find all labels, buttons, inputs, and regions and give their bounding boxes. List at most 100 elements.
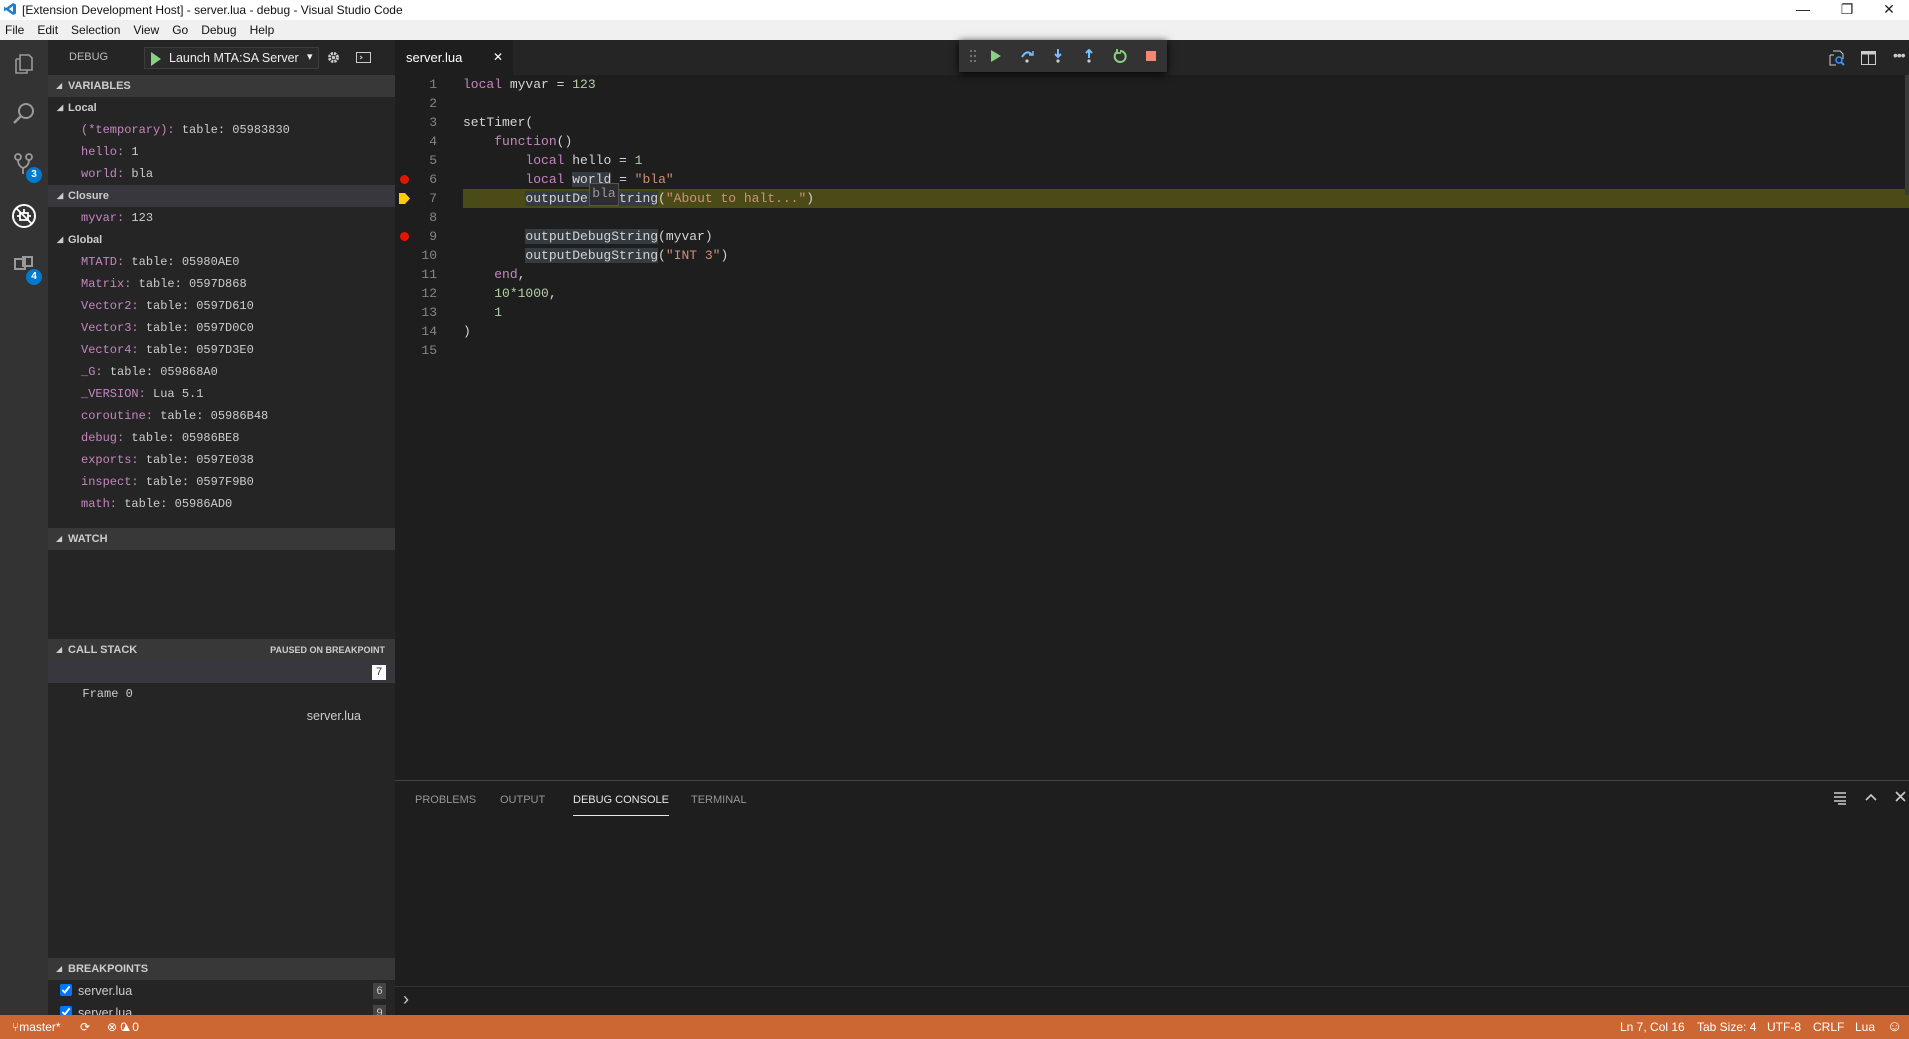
files-icon <box>15 54 33 74</box>
code-line[interactable]: 1 local myvar = 123 <box>395 75 1909 94</box>
variable-row[interactable]: world: bla <box>48 163 395 185</box>
breakpoint-checkbox[interactable] <box>60 984 72 996</box>
feedback-smiley-icon[interactable]: ☺ <box>1887 1015 1902 1039</box>
variable-row[interactable]: hello: 1 <box>48 141 395 163</box>
more-actions-icon[interactable]: ••• <box>1893 47 1906 63</box>
branch-indicator[interactable]: ⑂ master* <box>12 1015 61 1039</box>
variable-row[interactable]: math: table: 05986AD0 <box>48 493 395 515</box>
scope-global[interactable]: ◢ Global <box>48 229 395 251</box>
variable-row[interactable]: Vector4: table: 0597D3E0 <box>48 339 395 361</box>
code-token: 1 <box>494 305 503 320</box>
code-line[interactable]: 15 <box>395 341 1909 360</box>
minimize-button[interactable]: — <box>1783 0 1823 18</box>
menu-help[interactable]: Help <box>250 20 275 40</box>
variable-row[interactable]: debug: table: 05986BE8 <box>48 427 395 449</box>
scope-local[interactable]: ◢ Local <box>48 97 395 119</box>
stack-frame[interactable]: Frame 0 server.lua 7 <box>48 661 395 723</box>
code-line[interactable]: 2 <box>395 94 1909 113</box>
step-out-button[interactable] <box>1074 40 1105 72</box>
tab-size[interactable]: Tab Size: 4 <box>1697 1015 1756 1039</box>
console-input[interactable] <box>423 989 1893 1011</box>
watch-section-header[interactable]: ◢ WATCH <box>48 528 395 550</box>
open-changes-icon[interactable] <box>1829 50 1845 66</box>
code-line[interactable]: 9 outputDebugString(myvar) <box>395 227 1909 246</box>
debug-button[interactable] <box>0 192 48 240</box>
search-button[interactable] <box>0 90 48 138</box>
tab-terminal[interactable]: TERMINAL <box>691 794 747 816</box>
continue-button[interactable] <box>981 40 1012 72</box>
variable-row[interactable]: Vector2: table: 0597D610 <box>48 295 395 317</box>
code-line[interactable]: 3 setTimer( <box>395 113 1909 132</box>
tab-server-lua[interactable]: server.lua ✕ <box>395 40 513 75</box>
variable-row[interactable]: Matrix: table: 0597D868 <box>48 273 395 295</box>
extensions-button[interactable]: 4 <box>0 242 48 290</box>
code-line[interactable]: 4 function() <box>395 132 1909 151</box>
clear-console-icon[interactable] <box>1833 791 1847 805</box>
stop-button[interactable] <box>1136 40 1167 72</box>
sync-icon[interactable]: ⟳ <box>80 1015 90 1039</box>
tab-debug-console[interactable]: DEBUG CONSOLE <box>573 794 669 816</box>
gear-icon[interactable] <box>326 50 341 65</box>
line-number: 11 <box>421 267 437 282</box>
close-window-button[interactable]: ✕ <box>1869 0 1909 18</box>
step-into-button[interactable] <box>1043 40 1074 72</box>
problems-indicator[interactable]: ⊗ 0 ▲ 0 <box>107 1015 139 1039</box>
code-area[interactable]: 1 local myvar = 123 2 3 setTimer(4 function(… <box>395 75 1909 360</box>
code-line[interactable]: 5 local hello = 1 <box>395 151 1909 170</box>
menu-view[interactable]: View <box>133 20 159 40</box>
variable-row[interactable]: MTATD: table: 05980AE0 <box>48 251 395 273</box>
variable-row[interactable]: Vector3: table: 0597D0C0 <box>48 317 395 339</box>
breakpoints-section-header[interactable]: ◢ BREAKPOINTS <box>48 958 395 980</box>
breakpoint-item[interactable]: server.lua 6 <box>48 980 395 1002</box>
variable-row[interactable]: _G: table: 059868A0 <box>48 361 395 383</box>
variable-row[interactable]: _VERSION: Lua 5.1 <box>48 383 395 405</box>
split-editor-icon[interactable] <box>1861 51 1876 65</box>
variable-row[interactable]: myvar: 123 <box>48 207 395 229</box>
close-panel-icon[interactable] <box>1895 791 1906 802</box>
line-number: 10 <box>421 248 437 263</box>
drag-handle[interactable] <box>965 40 981 72</box>
menu-debug[interactable]: Debug <box>201 20 236 40</box>
encoding[interactable]: UTF-8 <box>1767 1015 1801 1039</box>
variable-row[interactable]: coroutine: table: 05986B48 <box>48 405 395 427</box>
language-mode[interactable]: Lua <box>1855 1015 1875 1039</box>
line-ending[interactable]: CRLF <box>1813 1015 1844 1039</box>
menu-go[interactable]: Go <box>172 20 188 40</box>
breakpoint-icon[interactable] <box>400 232 409 241</box>
code-line[interactable]: 7 outputDebugString("About to halt...") <box>395 189 1909 208</box>
debug-console-icon[interactable] <box>356 52 371 63</box>
scope-closure[interactable]: ◢ Closure <box>48 185 395 207</box>
code-line[interactable]: 8 <box>395 208 1909 227</box>
variable-row[interactable]: (*temporary): table: 05983830 <box>48 119 395 141</box>
editor-scrollbar[interactable] <box>1905 75 1909 195</box>
code-line[interactable]: 13 1 <box>395 303 1909 322</box>
callstack-section-header[interactable]: ◢ CALL STACK PAUSED ON BREAKPOINT <box>48 639 395 661</box>
maximize-panel-icon[interactable] <box>1865 793 1877 801</box>
code-line[interactable]: 11 end, <box>395 265 1909 284</box>
cursor-position[interactable]: Ln 7, Col 16 <box>1620 1015 1685 1039</box>
menu-file[interactable]: File <box>5 20 24 40</box>
breakpoint-icon[interactable] <box>400 175 409 184</box>
source-control-button[interactable]: 3 <box>0 140 48 188</box>
variable-row[interactable]: exports: table: 0597E038 <box>48 449 395 471</box>
menu-selection[interactable]: Selection <box>71 20 120 40</box>
close-tab-icon[interactable]: ✕ <box>493 40 503 75</box>
restart-button[interactable] <box>1105 40 1136 72</box>
code-line[interactable]: 10 outputDebugString("INT 3") <box>395 246 1909 265</box>
start-debugging-icon[interactable] <box>150 52 162 66</box>
hover-tooltip: bla <box>589 183 619 206</box>
step-over-button[interactable] <box>1012 40 1043 72</box>
code-line[interactable]: 14) <box>395 322 1909 341</box>
explorer-button[interactable] <box>0 40 48 88</box>
menu-edit[interactable]: Edit <box>37 20 58 40</box>
tab-output[interactable]: OUTPUT <box>500 794 545 816</box>
code-line[interactable]: 6 local world = "bla" <box>395 170 1909 189</box>
tab-problems[interactable]: PROBLEMS <box>415 794 476 816</box>
restore-button[interactable]: ❐ <box>1827 0 1867 18</box>
variable-name: debug: <box>81 431 125 445</box>
variable-row[interactable]: inspect: table: 0597F9B0 <box>48 471 395 493</box>
code-text: local world = "bla" <box>463 170 674 189</box>
variables-section-header[interactable]: ◢ VARIABLES <box>48 75 395 97</box>
launch-config-select[interactable]: Launch MTA:SA Server ▾ <box>144 47 319 69</box>
code-line[interactable]: 12 10*1000, <box>395 284 1909 303</box>
